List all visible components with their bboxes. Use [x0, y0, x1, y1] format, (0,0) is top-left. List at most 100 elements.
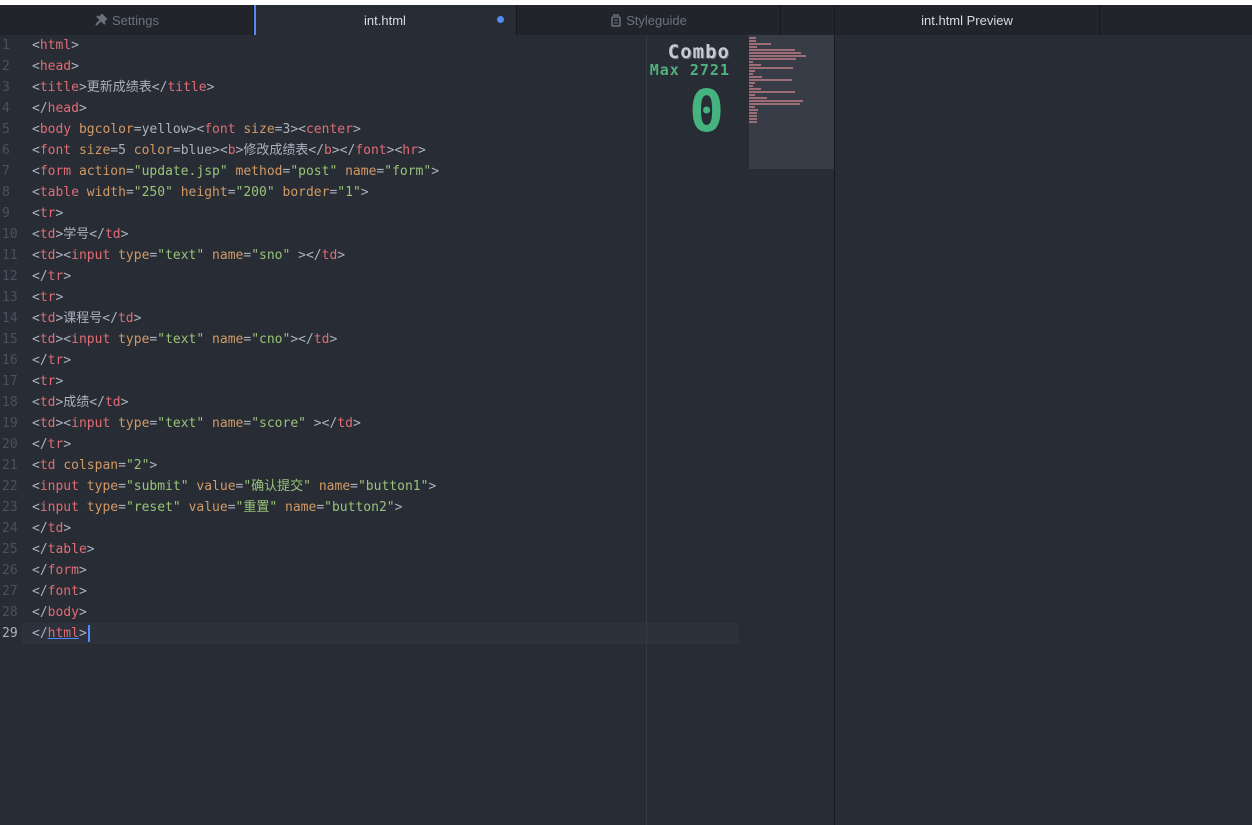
line-number-gutter[interactable]: 1 2 3 4 5 6 7 8 9 10 11 12 13 14 15 16 17 18 19 20 21 22 23 24 2… [0, 35, 22, 644]
code-token: tr [39, 206, 56, 221]
line-number[interactable]: 10 [0, 224, 22, 245]
line-number[interactable]: 2 [0, 56, 22, 77]
line-number[interactable]: 29 [0, 623, 22, 644]
code-line[interactable]: </form> [32, 560, 439, 581]
code-line[interactable]: <td><input type="text" name="score" ></t… [32, 413, 439, 434]
modified-indicator-icon[interactable] [497, 16, 504, 23]
code-token: < [32, 395, 40, 410]
tab-styleguide[interactable]: Styleguide [517, 5, 781, 35]
code-token: tr [39, 374, 56, 389]
code-line[interactable]: <head> [32, 56, 439, 77]
code-line[interactable]: <tr> [32, 371, 439, 392]
tab-label: int.html Preview [921, 12, 1013, 28]
line-number[interactable]: 25 [0, 539, 22, 560]
code-token: = [243, 248, 252, 263]
code-token: >更新成绩表</ [78, 80, 168, 95]
code-token: tr [39, 290, 56, 305]
code-line[interactable]: </tr> [32, 434, 439, 455]
code-token: > [352, 416, 361, 431]
minimap-line [749, 100, 803, 102]
tab-preview[interactable]: int.html Preview [835, 5, 1100, 35]
line-number[interactable]: 8 [0, 182, 22, 203]
code-token: = [227, 500, 236, 515]
line-number[interactable]: 13 [0, 287, 22, 308]
line-number[interactable]: 23 [0, 497, 22, 518]
code-token: > [55, 374, 64, 389]
line-number[interactable]: 22 [0, 476, 22, 497]
code-token: td [39, 227, 56, 242]
line-number[interactable]: 5 [0, 119, 22, 140]
tab-settings[interactable]: Settings [0, 5, 254, 35]
code-line[interactable]: <body bgcolor=yellow><font size=3><cente… [32, 119, 439, 140]
code-line[interactable]: <title>更新成绩表</title> [32, 77, 439, 98]
code-token: > [78, 605, 87, 620]
line-number[interactable]: 20 [0, 434, 22, 455]
code-token: = [125, 185, 134, 200]
code-line[interactable]: </tr> [32, 266, 439, 287]
code-token: tr [47, 353, 64, 368]
code-token: > [86, 542, 95, 557]
code-token: type [118, 416, 150, 431]
code-line[interactable]: <td colspan="2"> [32, 455, 439, 476]
minimap-line [749, 70, 755, 72]
code-token: > [55, 290, 64, 305]
code-line[interactable]: <input type="reset" value="重置" name="but… [32, 497, 439, 518]
line-number[interactable]: 16 [0, 350, 22, 371]
line-number[interactable]: 24 [0, 518, 22, 539]
line-number[interactable]: 28 [0, 602, 22, 623]
code-line[interactable]: </table> [32, 539, 439, 560]
line-number[interactable]: 21 [0, 455, 22, 476]
code-token: td [39, 395, 56, 410]
code-line[interactable]: <table width="250" height="200" border="… [32, 182, 439, 203]
minimap-line [749, 94, 755, 96]
line-number[interactable]: 19 [0, 413, 22, 434]
code-token: action [78, 164, 126, 179]
code-line[interactable]: <td><input type="text" name="cno"></td> [32, 329, 439, 350]
line-number[interactable]: 27 [0, 581, 22, 602]
code-line[interactable]: </td> [32, 518, 439, 539]
code-token: > [63, 269, 72, 284]
code-line[interactable]: </head> [32, 98, 439, 119]
code-line[interactable]: <td>成绩</td> [32, 392, 439, 413]
code-line[interactable]: <td><input type="text" name="sno" ></td> [32, 245, 439, 266]
code-line[interactable]: <tr> [32, 203, 439, 224]
code-token: </ [32, 353, 48, 368]
line-number[interactable]: 11 [0, 245, 22, 266]
minimap[interactable] [749, 35, 834, 169]
code-line[interactable]: <input type="submit" value="确认提交" name="… [32, 476, 439, 497]
line-number[interactable]: 4 [0, 98, 22, 119]
code-line[interactable]: <td>课程号</td> [32, 308, 439, 329]
line-number[interactable]: 9 [0, 203, 22, 224]
minimap-line [749, 67, 793, 69]
code-token: td [47, 521, 64, 536]
code-line[interactable]: <form action="update.jsp" method="post" … [32, 161, 439, 182]
code-line[interactable]: <html> [32, 35, 439, 56]
code-token: bgcolor [78, 122, 134, 137]
line-number[interactable]: 6 [0, 140, 22, 161]
code-line[interactable]: <tr> [32, 287, 439, 308]
line-number[interactable]: 3 [0, 77, 22, 98]
code-line[interactable]: <font size=5 color=blue><b>修改成绩表</b></fo… [32, 140, 439, 161]
line-number[interactable]: 26 [0, 560, 22, 581]
line-number[interactable]: 18 [0, 392, 22, 413]
tab-int-html[interactable]: int.html [254, 5, 517, 36]
code-token: width [86, 185, 126, 200]
code-line[interactable]: </body> [32, 602, 439, 623]
code-line[interactable]: </html> [32, 623, 439, 644]
code-line[interactable]: <td>学号</td> [32, 224, 439, 245]
line-number[interactable]: 17 [0, 371, 22, 392]
code-editor[interactable]: 1 2 3 4 5 6 7 8 9 10 11 12 13 14 15 16 17 18 19 20 21 22 23 24 2… [0, 35, 835, 825]
line-number[interactable]: 14 [0, 308, 22, 329]
line-number[interactable]: 7 [0, 161, 22, 182]
code-line[interactable]: </tr> [32, 350, 439, 371]
tab-empty[interactable] [781, 5, 835, 35]
code-line[interactable]: </font> [32, 581, 439, 602]
line-number[interactable]: 12 [0, 266, 22, 287]
minimap-line [749, 82, 755, 84]
code-token: > [417, 143, 426, 158]
line-number[interactable]: 1 [0, 35, 22, 56]
code-lines[interactable]: <html> <head> <title>更新成绩表</title> </head> <… [32, 35, 439, 644]
line-number[interactable]: 15 [0, 329, 22, 350]
